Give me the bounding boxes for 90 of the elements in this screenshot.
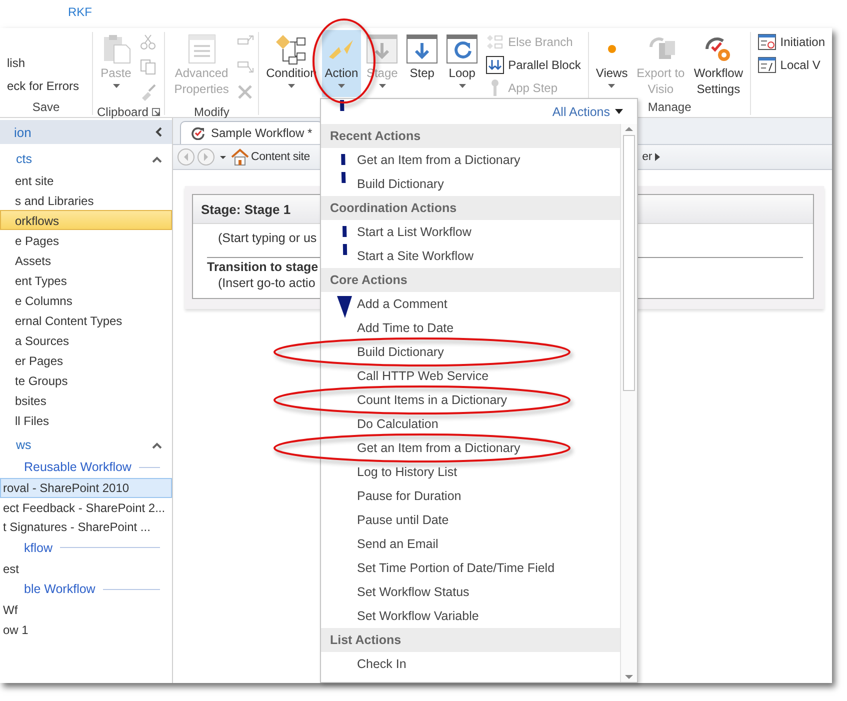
properties-icon <box>186 33 218 65</box>
nav-item[interactable]: bsites <box>0 390 172 410</box>
section-title: Transition to stage <box>207 260 318 274</box>
ribbon-button[interactable]: Local V <box>755 53 828 76</box>
nav-item[interactable]: a Sources <box>0 330 172 350</box>
chevron-up-icon[interactable] <box>152 442 162 448</box>
ribbon-button[interactable]: Views <box>592 30 631 97</box>
nav-item[interactable]: er Pages <box>0 350 172 370</box>
chevron-right-icon[interactable] <box>654 152 662 162</box>
nav-item[interactable]: ernal Content Types <box>0 310 172 330</box>
ribbon-button[interactable]: Workflow Settings <box>690 30 746 97</box>
flowchart-icon <box>275 33 308 65</box>
menu-item[interactable]: Add a Comment <box>321 292 620 316</box>
nav-item[interactable]: ent Types <box>0 270 172 290</box>
caret-icon <box>615 109 623 114</box>
placeholder-text: (Start typing or us <box>218 231 317 247</box>
menu-item[interactable]: Count Items in a Dictionary <box>321 388 620 412</box>
menu-item[interactable]: Add Time to Date <box>321 316 620 340</box>
group-label: Clipboard <box>97 105 148 119</box>
menu-category: List Actions <box>321 628 620 652</box>
menu-item[interactable]: Set Workflow Status <box>321 580 620 604</box>
nav-item[interactable]: s and Libraries <box>0 190 172 210</box>
group-label: Modify <box>194 105 230 119</box>
menu-item[interactable]: Send an Email <box>321 532 620 556</box>
chevron-up-icon[interactable] <box>152 156 162 162</box>
menu-category: Coordination Actions <box>321 196 620 220</box>
title-text: RKF <box>68 5 92 19</box>
scrollbar[interactable] <box>620 124 637 682</box>
stage-icon <box>366 33 398 65</box>
menu-item[interactable]: Do Calculation <box>321 412 620 436</box>
group-heading: Reusable Workflow <box>24 460 132 474</box>
parallel-arrows-icon <box>486 56 504 74</box>
ribbon-button[interactable]: Initiation <box>755 30 828 53</box>
group-label: Manage <box>648 100 692 114</box>
nav-item[interactable]: est <box>0 558 172 578</box>
nav-item[interactable]: te Groups <box>0 370 172 390</box>
nav-item[interactable]: Wf <box>0 600 172 620</box>
nav-item[interactable]: Assets <box>0 250 172 270</box>
group-heading: ble Workflow <box>24 582 96 596</box>
breadcrumb-link[interactable]: er <box>642 151 652 163</box>
branch-icon <box>486 32 504 50</box>
pane-title: ion <box>14 124 32 140</box>
ribbon-button[interactable]: lish <box>4 51 88 74</box>
menu-item[interactable]: Pause for Duration <box>321 484 620 508</box>
placeholder-text: (Insert go-to actio <box>218 276 316 290</box>
launcher-icon[interactable] <box>152 108 160 116</box>
nav-item[interactable]: ent site <box>0 170 172 190</box>
scroll-down-icon[interactable] <box>624 672 634 682</box>
dot-icon <box>608 45 616 53</box>
nav-item[interactable]: t Signatures - SharePoint ... <box>0 517 172 536</box>
menu-item[interactable]: Set Time Portion of Date/Time Field <box>321 556 620 580</box>
refresh-check-icon <box>191 126 205 140</box>
step-icon <box>406 33 438 65</box>
ribbon-button[interactable]: Parallel Block <box>483 53 584 76</box>
group-heading: kflow <box>24 540 52 554</box>
menu-item[interactable]: Call HTTP Web Service <box>321 364 620 388</box>
section-header[interactable]: cts <box>16 152 32 166</box>
menu-category: Core Actions <box>321 268 620 292</box>
menu-item[interactable]: Pause until Date <box>321 508 620 532</box>
home-icon[interactable] <box>231 148 249 166</box>
ribbon-button[interactable]: Loop <box>443 30 482 97</box>
nav-item[interactable]: orkflows <box>0 210 172 230</box>
nav-item[interactable]: ow 1 <box>0 620 172 639</box>
menu-item[interactable]: Build Dictionary <box>321 172 620 196</box>
menu-category: Recent Actions <box>321 124 620 148</box>
menu-item[interactable]: Set Workflow Variable <box>321 604 620 628</box>
ribbon-button[interactable]: eck for Errors <box>4 74 88 97</box>
menu-item[interactable]: Get an Item from a Dictionary <box>321 436 620 460</box>
menu-item[interactable]: Start a Site Workflow <box>321 244 620 268</box>
menu-item[interactable]: Get an Item from a Dictionary <box>321 148 620 172</box>
menu-item[interactable]: Log to History List <box>321 460 620 484</box>
menu-item[interactable]: Build Dictionary <box>321 340 620 364</box>
chevron-left-icon[interactable] <box>155 127 162 137</box>
breadcrumb-link[interactable]: Content site <box>251 151 310 163</box>
back-icon[interactable] <box>177 148 195 166</box>
form-icon <box>758 32 776 50</box>
ribbon-button[interactable]: Step <box>403 30 442 97</box>
loop-icon <box>446 33 478 65</box>
group-label: Save <box>32 100 60 114</box>
filter-dropdown[interactable]: All Actions <box>552 104 623 118</box>
nav-item[interactable]: ll Files <box>0 410 172 430</box>
nav-item[interactable]: e Pages <box>0 230 172 250</box>
scroll-thumb[interactable] <box>623 135 635 391</box>
nav-item[interactable]: e Columns <box>0 290 172 310</box>
form-icon <box>758 56 776 74</box>
section-header[interactable]: ws <box>16 438 32 452</box>
menu-item[interactable]: Check In <box>321 652 620 676</box>
nav-item[interactable]: roval - SharePoint 2010 <box>0 478 172 498</box>
nav-item[interactable]: ect Feedback - SharePoint 2... <box>0 498 172 517</box>
ribbon-button[interactable]: Action <box>322 30 362 97</box>
